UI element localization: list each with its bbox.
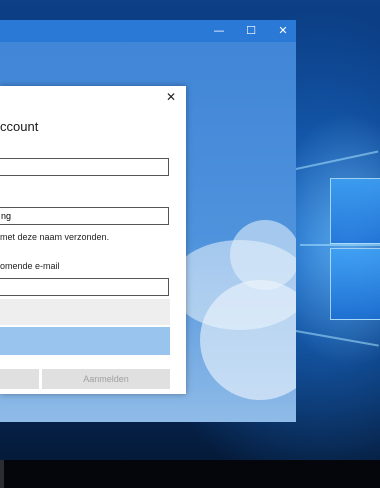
light-beam bbox=[295, 150, 379, 170]
email-label: omende e-mail bbox=[0, 261, 60, 271]
option-row[interactable] bbox=[0, 299, 170, 325]
email-field[interactable] bbox=[0, 158, 169, 176]
dialog-title: ccount bbox=[0, 119, 39, 134]
taskbar-item[interactable] bbox=[0, 460, 4, 488]
incoming-email-field[interactable] bbox=[0, 278, 169, 296]
maximize-button[interactable]: ☐ bbox=[240, 20, 262, 42]
name-hint-text: met deze naam verzonden. bbox=[0, 232, 110, 242]
light-beam bbox=[300, 244, 380, 246]
light-beam bbox=[295, 330, 379, 347]
close-window-button[interactable]: ✕ bbox=[272, 20, 294, 42]
minimize-button[interactable]: — bbox=[208, 20, 230, 42]
option-row-selected[interactable] bbox=[0, 327, 170, 355]
title-bar[interactable]: — ☐ ✕ bbox=[0, 20, 296, 42]
windows-logo-pane-bottom bbox=[330, 248, 380, 320]
windows-logo-pane-top bbox=[330, 178, 380, 244]
cancel-button[interactable] bbox=[0, 369, 39, 389]
mail-app-window: — ☐ ✕ ✕ ccount ng met deze naam verzonde… bbox=[0, 20, 296, 422]
signin-button[interactable]: Aanmelden bbox=[42, 369, 170, 389]
taskbar bbox=[0, 460, 380, 488]
add-account-dialog: ✕ ccount ng met deze naam verzonden. ome… bbox=[0, 86, 186, 394]
name-field[interactable]: ng bbox=[0, 207, 169, 225]
cloud bbox=[230, 220, 296, 290]
close-dialog-button[interactable]: ✕ bbox=[164, 90, 178, 104]
